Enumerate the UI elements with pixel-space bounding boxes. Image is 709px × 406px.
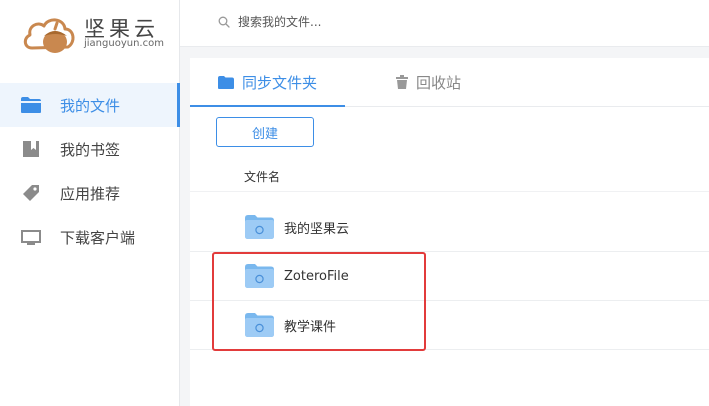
sidebar-item-my-files[interactable]: 我的文件 (0, 83, 180, 127)
bookmark-icon (20, 138, 42, 160)
sidebar-item-label: 我的文件 (60, 96, 121, 115)
brand-domain: jianguoyun.com (84, 38, 164, 49)
sidebar-item-label: 应用推荐 (60, 184, 121, 203)
divider (190, 191, 709, 192)
folder-icon (218, 75, 234, 89)
file-row-my-nutstore[interactable]: 我的坚果云 (190, 203, 709, 252)
sidebar-item-download-client[interactable]: 下载客户端 (0, 215, 179, 259)
tab-bar: 同步文件夹 回收站 (190, 58, 709, 107)
column-header-filename[interactable]: 文件名 (244, 168, 280, 185)
tab-label: 回收站 (416, 73, 462, 92)
tab-sync-folders[interactable]: 同步文件夹 (190, 58, 346, 107)
nut-logo-icon (23, 18, 75, 53)
file-name: 我的坚果云 (284, 221, 350, 237)
tab-recycle-bin[interactable]: 回收站 (368, 58, 489, 106)
trash-icon (396, 75, 408, 89)
sync-folder-icon (245, 215, 274, 239)
search-input[interactable] (236, 14, 500, 30)
main-panel: 同步文件夹 回收站 创建 文件名 我的坚果云 ZoteroFile 教学课件 (190, 58, 709, 406)
search-icon (218, 16, 230, 28)
sidebar-item-label: 下载客户端 (60, 228, 136, 247)
sidebar-item-bookmarks[interactable]: 我的书签 (0, 127, 179, 171)
sidebar-item-label: 我的书签 (60, 140, 121, 159)
sidebar-nav: 我的文件 我的书签 应用推荐 下载客户端 (0, 83, 180, 259)
sidebar-item-apps[interactable]: 应用推荐 (0, 171, 179, 215)
tab-label: 同步文件夹 (242, 73, 318, 92)
create-button[interactable]: 创建 (216, 117, 314, 147)
top-bar (180, 0, 709, 47)
tag-icon (20, 182, 42, 204)
brand-logo[interactable]: 坚果云 jianguoyun.com (22, 12, 172, 56)
monitor-icon (20, 226, 42, 248)
search-box (218, 14, 500, 30)
folder-icon (20, 94, 42, 116)
highlight-annotation-box (212, 252, 426, 351)
sidebar: 坚果云 jianguoyun.com 我的文件 我的书签 应用推荐 下载客户端 (0, 0, 180, 406)
